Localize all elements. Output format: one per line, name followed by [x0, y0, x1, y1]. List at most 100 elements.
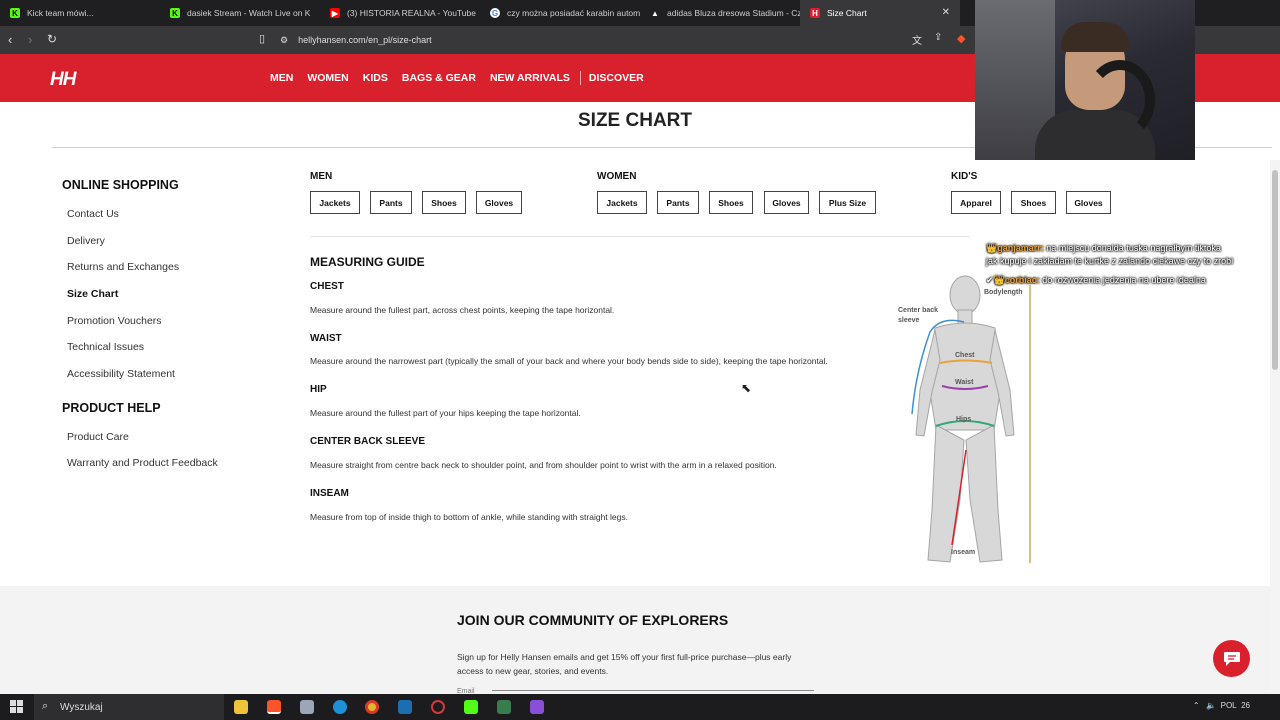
- nav-women[interactable]: WOMEN: [307, 72, 348, 85]
- language-indicator[interactable]: POL: [1221, 701, 1237, 710]
- sidebar-item-contact-us[interactable]: Contact Us: [67, 208, 119, 220]
- bodylength-label: Bodylength: [984, 289, 1023, 296]
- inseam-label: Inseam: [951, 549, 975, 556]
- edge-icon[interactable]: [333, 700, 347, 714]
- volume-icon[interactable]: 🔈: [1206, 701, 1216, 710]
- brave-shield-icon[interactable]: ◆: [957, 32, 965, 45]
- chat-support-button[interactable]: [1213, 640, 1250, 677]
- chrome-icon[interactable]: [365, 700, 379, 714]
- windows-start-icon[interactable]: [10, 700, 23, 713]
- scrollbar-thumb[interactable]: [1272, 170, 1278, 370]
- nav-new-arrivals[interactable]: NEW ARRIVALS: [490, 72, 570, 85]
- sidebar-item-size-chart[interactable]: Size Chart: [67, 288, 118, 300]
- hh-logo[interactable]: HH: [50, 69, 76, 91]
- inseam-heading: INSEAM: [310, 488, 349, 499]
- tab-label: (3) HISTORIA REALNA - YouTube: [347, 8, 476, 18]
- women-jackets-button[interactable]: Jackets: [597, 191, 647, 214]
- webcam-overlay: [975, 0, 1195, 160]
- app-icon[interactable]: [431, 700, 445, 714]
- chest-heading: CHEST: [310, 281, 344, 292]
- nav-discover[interactable]: DISCOVER: [589, 72, 644, 85]
- sleeve-label-2: sleeve: [898, 317, 920, 324]
- reload-icon[interactable]: ↻: [47, 32, 57, 46]
- page-scrollbar[interactable]: [1270, 160, 1280, 694]
- kick-icon[interactable]: [464, 700, 478, 714]
- sidebar-item-accessibility[interactable]: Accessibility Statement: [67, 368, 175, 380]
- app-icon[interactable]: [530, 700, 544, 714]
- tray-chevron-icon[interactable]: ⌃: [1193, 701, 1200, 710]
- kids-apparel-button[interactable]: Apparel: [951, 191, 1001, 214]
- waist-heading: WAIST: [310, 333, 342, 344]
- sleeve-heading: CENTER BACK SLEEVE: [310, 436, 426, 447]
- waist-label: Waist: [955, 379, 974, 386]
- men-jackets-button[interactable]: Jackets: [310, 191, 360, 214]
- taskbar-search[interactable]: ⌕ Wyszukaj: [34, 694, 224, 720]
- search-placeholder: Wyszukaj: [60, 701, 103, 713]
- kids-heading: KID'S: [951, 171, 978, 182]
- women-shoes-button[interactable]: Shoes: [709, 191, 753, 214]
- women-plus-size-button[interactable]: Plus Size: [819, 191, 876, 214]
- sidebar-item-returns[interactable]: Returns and Exchanges: [67, 261, 179, 273]
- hh-icon: H: [810, 8, 820, 18]
- mouse-cursor-icon: ⬉: [741, 381, 752, 395]
- tab-dasiek-stream[interactable]: K dasiek Stream - Watch Live on K: [160, 0, 320, 26]
- url-text: hellyhansen.com/en_pl/size-chart: [298, 35, 432, 45]
- steam-icon[interactable]: [398, 700, 412, 714]
- chat-user: ganjamarr:: [997, 243, 1044, 253]
- sidebar-item-technical-issues[interactable]: Technical Issues: [67, 341, 144, 353]
- hip-text: Measure around the fullest part of your …: [310, 408, 581, 418]
- tab-youtube[interactable]: ▶ (3) HISTORIA REALNA - YouTube: [320, 0, 480, 26]
- kids-shoes-button[interactable]: Shoes: [1011, 191, 1056, 214]
- newsletter-title: JOIN OUR COMMUNITY OF EXPLORERS: [457, 612, 729, 628]
- translate-icon[interactable]: 文: [912, 32, 922, 47]
- file-explorer-icon[interactable]: [234, 700, 248, 714]
- inseam-text: Measure from top of inside thigh to bott…: [310, 512, 628, 522]
- men-pants-button[interactable]: Pants: [370, 191, 412, 214]
- tab-kick-team[interactable]: K Kick team mówi...: [0, 0, 160, 26]
- tab-google[interactable]: G czy można posiadać karabin autom: [480, 0, 640, 26]
- figure-right-leg: [965, 424, 1003, 563]
- women-pants-button[interactable]: Pants: [657, 191, 699, 214]
- close-icon[interactable]: ✕: [942, 7, 950, 18]
- sleeve-label-1: Center back: [898, 307, 938, 314]
- section-divider: [310, 236, 970, 237]
- site-info-icon[interactable]: ⚙: [280, 35, 288, 46]
- chat-message: ✔👑corbiac: do rozwożenia jedzenia na ube…: [986, 275, 1206, 285]
- app-icon[interactable]: [300, 700, 314, 714]
- men-gloves-button[interactable]: Gloves: [476, 191, 522, 214]
- hip-heading: HIP: [310, 384, 327, 395]
- kids-gloves-button[interactable]: Gloves: [1066, 191, 1111, 214]
- share-icon[interactable]: ⇪: [934, 32, 942, 43]
- forward-icon[interactable]: ›: [28, 32, 32, 47]
- email-field[interactable]: [492, 690, 814, 691]
- brave-icon[interactable]: [267, 700, 281, 714]
- url-field[interactable]: ⚙ hellyhansen.com/en_pl/size-chart: [280, 30, 980, 50]
- tab-adidas[interactable]: ▲ adidas Bluza dresowa Stadium - Cz: [640, 0, 800, 26]
- tab-size-chart[interactable]: H Size Chart ✕: [800, 0, 960, 26]
- waist-text: Measure around the narrowest part (typic…: [310, 356, 828, 366]
- sidebar-item-promotion-vouchers[interactable]: Promotion Vouchers: [67, 315, 162, 327]
- nav-kids[interactable]: KIDS: [363, 72, 388, 85]
- sidebar-item-delivery[interactable]: Delivery: [67, 235, 105, 247]
- nav-bags-gear[interactable]: BAGS & GEAR: [402, 72, 476, 85]
- main-nav: MEN WOMEN KIDS BAGS & GEAR NEW ARRIVALS …: [270, 71, 658, 85]
- clock[interactable]: 26: [1241, 701, 1250, 710]
- men-shoes-button[interactable]: Shoes: [422, 191, 466, 214]
- hips-label: Hips: [956, 416, 971, 423]
- taskbar: ⌕ Wyszukaj ⌃ 🔈 POL 26: [0, 694, 1280, 720]
- back-icon[interactable]: ‹: [8, 32, 12, 47]
- webcam-person-hair: [1061, 22, 1129, 52]
- tab-label: Size Chart: [827, 8, 867, 18]
- chat-text: na miejscu donalda tuska nagrałbym tikto…: [1046, 243, 1221, 253]
- headphones-icon: [1085, 60, 1155, 140]
- women-gloves-button[interactable]: Gloves: [764, 191, 809, 214]
- nav-men[interactable]: MEN: [270, 72, 293, 85]
- figure-head: [949, 275, 981, 315]
- tab-label: dasiek Stream - Watch Live on K: [187, 8, 311, 18]
- bookmark-icon[interactable]: ▯: [259, 32, 265, 45]
- app-icon[interactable]: [497, 700, 511, 714]
- sidebar-item-product-care[interactable]: Product Care: [67, 431, 129, 443]
- sidebar-item-warranty[interactable]: Warranty and Product Feedback: [67, 457, 218, 469]
- tab-label: adidas Bluza dresowa Stadium - Cz: [667, 8, 800, 18]
- online-shopping-heading: ONLINE SHOPPING: [62, 178, 179, 192]
